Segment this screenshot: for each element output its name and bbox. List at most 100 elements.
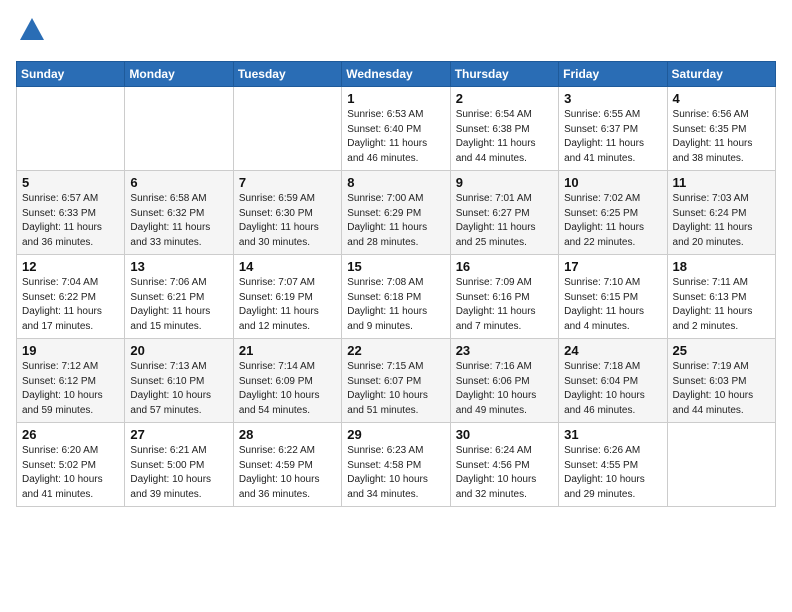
day-info: Sunrise: 7:19 AMSunset: 6:03 PMDaylight:… <box>673 360 770 418</box>
calendar-week-row: 19Sunrise: 7:12 AMSunset: 6:12 PMDayligh… <box>17 339 776 423</box>
calendar-week-row: 12 Sunrise: 7:04 AMSunset: 6:22 PMDayligh… <box>17 255 776 339</box>
day-info: Sunrise: 7:08 AMSunset: 6:18 PMDaylight:… <box>347 276 444 334</box>
day-number: 27 <box>130 427 227 442</box>
calendar-week-row: 26 Sunrise: 6:20 AMSunset: 5:02 PMDayligh… <box>17 423 776 507</box>
calendar-cell: 8 Sunrise: 7:00 AMSunset: 6:29 PMDaylight… <box>342 171 450 255</box>
day-number: 17 <box>564 259 661 274</box>
calendar-cell <box>125 87 233 171</box>
day-number: 6 <box>130 175 227 190</box>
day-number: 29 <box>347 427 444 442</box>
day-info: Sunrise: 6:22 AMSunset: 4:59 PMDaylight:… <box>239 444 336 502</box>
day-number: 31 <box>564 427 661 442</box>
day-number: 1 <box>347 91 444 106</box>
day-info: Sunrise: 7:04 AMSunset: 6:22 PMDaylight:… <box>22 276 119 334</box>
calendar-cell: 9 Sunrise: 7:01 AMSunset: 6:27 PMDaylight… <box>450 171 558 255</box>
calendar-cell: 4 Sunrise: 6:56 AMSunset: 6:35 PMDaylight… <box>667 87 775 171</box>
calendar-cell: 19Sunrise: 7:12 AMSunset: 6:12 PMDayligh… <box>17 339 125 423</box>
day-number: 9 <box>456 175 553 190</box>
day-number: 12 <box>22 259 119 274</box>
calendar-cell: 1 Sunrise: 6:53 AMSunset: 6:40 PMDaylight… <box>342 87 450 171</box>
day-info: Sunrise: 6:26 AMSunset: 4:55 PMDaylight:… <box>564 444 661 502</box>
day-number: 7 <box>239 175 336 190</box>
calendar-header-row: SundayMondayTuesdayWednesdayThursdayFrid… <box>17 62 776 87</box>
calendar-cell: 10 Sunrise: 7:02 AMSunset: 6:25 PMDayligh… <box>559 171 667 255</box>
day-info: Sunrise: 7:00 AMSunset: 6:29 PMDaylight:… <box>347 192 444 250</box>
day-number: 20 <box>130 343 227 358</box>
day-info: Sunrise: 7:18 AMSunset: 6:04 PMDaylight:… <box>564 360 661 418</box>
weekday-header: Sunday <box>17 62 125 87</box>
day-info: Sunrise: 6:56 AMSunset: 6:35 PMDaylight:… <box>673 108 770 166</box>
calendar-cell: 30Sunrise: 6:24 AMSunset: 4:56 PMDayligh… <box>450 423 558 507</box>
logo <box>16 16 46 49</box>
day-info: Sunrise: 6:58 AMSunset: 6:32 PMDaylight:… <box>130 192 227 250</box>
day-info: Sunrise: 7:06 AMSunset: 6:21 PMDaylight:… <box>130 276 227 334</box>
day-info: Sunrise: 6:55 AMSunset: 6:37 PMDaylight:… <box>564 108 661 166</box>
calendar-cell: 15 Sunrise: 7:08 AMSunset: 6:18 PMDayligh… <box>342 255 450 339</box>
calendar-cell: 22 Sunrise: 7:15 AMSunset: 6:07 PMDayligh… <box>342 339 450 423</box>
calendar-cell: 17 Sunrise: 7:10 AMSunset: 6:15 PMDayligh… <box>559 255 667 339</box>
day-info: Sunrise: 7:09 AMSunset: 6:16 PMDaylight:… <box>456 276 553 334</box>
calendar-cell: 28 Sunrise: 6:22 AMSunset: 4:59 PMDayligh… <box>233 423 341 507</box>
day-info: Sunrise: 6:53 AMSunset: 6:40 PMDaylight:… <box>347 108 444 166</box>
day-number: 10 <box>564 175 661 190</box>
calendar-cell <box>667 423 775 507</box>
weekday-header: Wednesday <box>342 62 450 87</box>
day-number: 21 <box>239 343 336 358</box>
calendar-cell: 14 Sunrise: 7:07 AMSunset: 6:19 PMDayligh… <box>233 255 341 339</box>
day-info: Sunrise: 7:02 AMSunset: 6:25 PMDaylight:… <box>564 192 661 250</box>
calendar-cell: 16Sunrise: 7:09 AMSunset: 6:16 PMDayligh… <box>450 255 558 339</box>
calendar-cell: 3Sunrise: 6:55 AMSunset: 6:37 PMDaylight… <box>559 87 667 171</box>
day-info: Sunrise: 7:14 AMSunset: 6:09 PMDaylight:… <box>239 360 336 418</box>
calendar-cell: 20 Sunrise: 7:13 AMSunset: 6:10 PMDayligh… <box>125 339 233 423</box>
weekday-header: Friday <box>559 62 667 87</box>
calendar-week-row: 1 Sunrise: 6:53 AMSunset: 6:40 PMDaylight… <box>17 87 776 171</box>
calendar-cell: 31 Sunrise: 6:26 AMSunset: 4:55 PMDayligh… <box>559 423 667 507</box>
calendar-cell <box>17 87 125 171</box>
day-number: 22 <box>347 343 444 358</box>
weekday-header: Saturday <box>667 62 775 87</box>
weekday-header: Thursday <box>450 62 558 87</box>
calendar-cell: 11 Sunrise: 7:03 AMSunset: 6:24 PMDayligh… <box>667 171 775 255</box>
calendar-cell: 23 Sunrise: 7:16 AMSunset: 6:06 PMDayligh… <box>450 339 558 423</box>
day-info: Sunrise: 7:03 AMSunset: 6:24 PMDaylight:… <box>673 192 770 250</box>
day-info: Sunrise: 6:57 AMSunset: 6:33 PMDaylight:… <box>22 192 119 250</box>
day-number: 30 <box>456 427 553 442</box>
calendar-week-row: 5 Sunrise: 6:57 AMSunset: 6:33 PMDaylight… <box>17 171 776 255</box>
day-info: Sunrise: 6:21 AMSunset: 5:00 PMDaylight:… <box>130 444 227 502</box>
day-number: 15 <box>347 259 444 274</box>
day-number: 28 <box>239 427 336 442</box>
day-info: Sunrise: 7:13 AMSunset: 6:10 PMDaylight:… <box>130 360 227 418</box>
calendar-cell: 29Sunrise: 6:23 AMSunset: 4:58 PMDayligh… <box>342 423 450 507</box>
day-info: Sunrise: 6:54 AMSunset: 6:38 PMDaylight:… <box>456 108 553 166</box>
day-number: 14 <box>239 259 336 274</box>
day-info: Sunrise: 7:07 AMSunset: 6:19 PMDaylight:… <box>239 276 336 334</box>
calendar-table: SundayMondayTuesdayWednesdayThursdayFrid… <box>16 61 776 507</box>
day-number: 11 <box>673 175 770 190</box>
weekday-header: Tuesday <box>233 62 341 87</box>
calendar-cell: 5 Sunrise: 6:57 AMSunset: 6:33 PMDaylight… <box>17 171 125 255</box>
day-number: 8 <box>347 175 444 190</box>
calendar-cell: 2Sunrise: 6:54 AMSunset: 6:38 PMDaylight… <box>450 87 558 171</box>
day-info: Sunrise: 7:15 AMSunset: 6:07 PMDaylight:… <box>347 360 444 418</box>
weekday-header: Monday <box>125 62 233 87</box>
logo-icon <box>18 16 46 44</box>
day-info: Sunrise: 7:10 AMSunset: 6:15 PMDaylight:… <box>564 276 661 334</box>
day-number: 5 <box>22 175 119 190</box>
calendar-cell: 21 Sunrise: 7:14 AMSunset: 6:09 PMDayligh… <box>233 339 341 423</box>
page-header <box>16 16 776 49</box>
calendar-cell: 27 Sunrise: 6:21 AMSunset: 5:00 PMDayligh… <box>125 423 233 507</box>
day-info: Sunrise: 7:11 AMSunset: 6:13 PMDaylight:… <box>673 276 770 334</box>
calendar-cell: 6 Sunrise: 6:58 AMSunset: 6:32 PMDaylight… <box>125 171 233 255</box>
day-number: 23 <box>456 343 553 358</box>
day-number: 25 <box>673 343 770 358</box>
day-info: Sunrise: 7:01 AMSunset: 6:27 PMDaylight:… <box>456 192 553 250</box>
day-number: 26 <box>22 427 119 442</box>
calendar-cell: 13Sunrise: 7:06 AMSunset: 6:21 PMDayligh… <box>125 255 233 339</box>
day-number: 4 <box>673 91 770 106</box>
day-info: Sunrise: 7:16 AMSunset: 6:06 PMDaylight:… <box>456 360 553 418</box>
calendar-cell <box>233 87 341 171</box>
calendar-cell: 24Sunrise: 7:18 AMSunset: 6:04 PMDayligh… <box>559 339 667 423</box>
day-info: Sunrise: 6:20 AMSunset: 5:02 PMDaylight:… <box>22 444 119 502</box>
calendar-cell: 25 Sunrise: 7:19 AMSunset: 6:03 PMDayligh… <box>667 339 775 423</box>
day-info: Sunrise: 6:59 AMSunset: 6:30 PMDaylight:… <box>239 192 336 250</box>
